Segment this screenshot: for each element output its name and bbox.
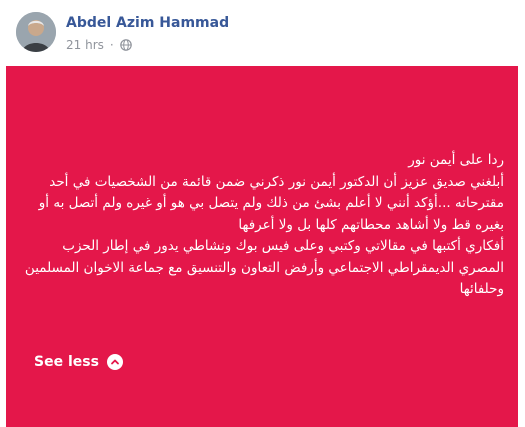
author-name[interactable]: Abdel Azim Hammad	[66, 15, 229, 31]
chevron-up-icon	[106, 354, 123, 370]
post-paragraph-1: ردا على أيمن نور	[408, 152, 504, 168]
post-background: ردا على أيمن نور أبلغني صديق عزيز أن الد…	[6, 66, 518, 427]
see-less-button[interactable]: See less	[34, 354, 123, 370]
avatar[interactable]	[16, 12, 56, 52]
post-paragraph-3: أفكاري أكتبها في مقالاتي وكتبي وعلى فيس …	[24, 238, 504, 297]
see-less-label: See less	[34, 354, 99, 370]
post-paragraph-2: أبلغني صديق عزيز أن الدكتور أيمن نور ذكر…	[38, 173, 504, 233]
post-header: Abdel Azim Hammad 21 hrs ·	[0, 0, 525, 66]
post-timestamp[interactable]: 21 hrs	[66, 38, 104, 52]
globe-icon	[119, 39, 132, 51]
post-text: ردا على أيمن نور أبلغني صديق عزيز أن الد…	[20, 150, 504, 301]
post-meta: 21 hrs ·	[66, 37, 132, 53]
avatar-image	[16, 12, 56, 52]
